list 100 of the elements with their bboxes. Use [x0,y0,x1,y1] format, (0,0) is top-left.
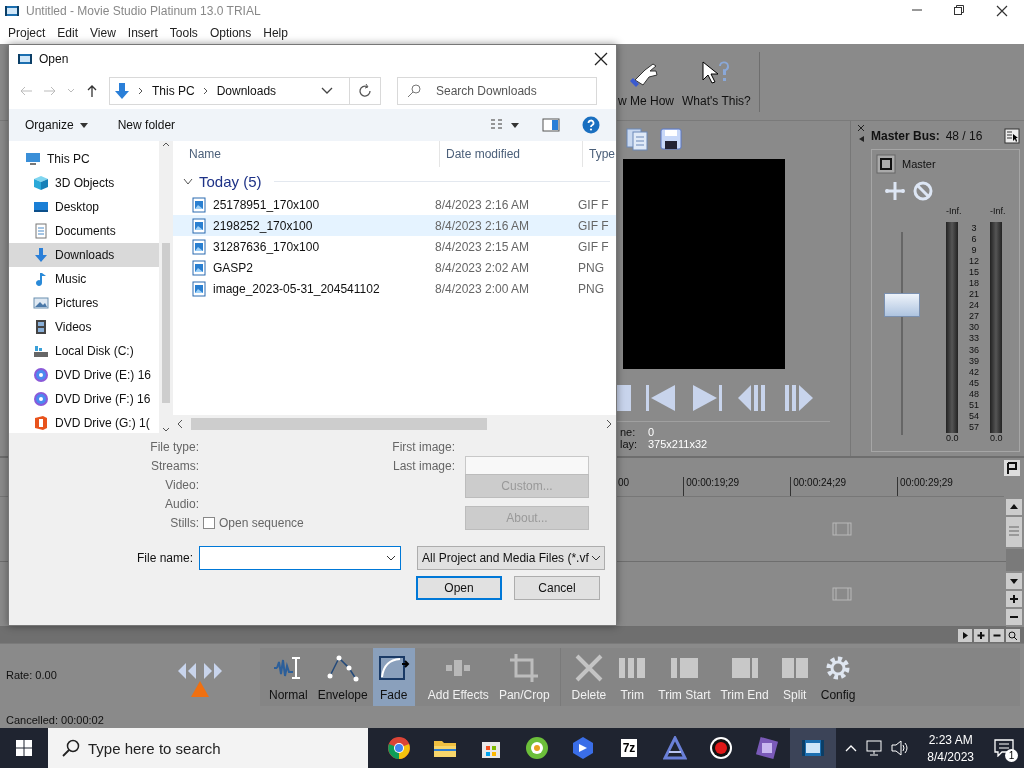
save-icon[interactable] [659,127,683,151]
tool-button[interactable]: Fade [372,648,415,706]
scale-label: 27 [969,311,979,322]
solo-box-icon[interactable] [876,154,896,174]
scale-label: 9 [971,244,977,255]
clock-date: 8/4/2023 [927,749,974,764]
zoom-out-icon[interactable] [1006,609,1022,625]
scroll-down-icon[interactable] [162,427,170,433]
scrollbar-track[interactable] [1006,549,1024,571]
collapse-chevron-icon[interactable] [183,177,193,186]
windows-start-icon[interactable] [16,740,32,756]
copy-icon[interactable] [625,127,649,151]
checkbox-label[interactable]: Open sequence [219,515,304,530]
file-row[interactable]: 31287636_170x100 8/4/2023 2:15 AM GIF F [173,236,616,257]
scroll-left-icon[interactable] [177,419,183,429]
scrollbar-thumb[interactable] [191,418,487,430]
breadcrumb[interactable]: Downloads [216,84,277,98]
file-type-dropdown[interactable]: All Project and Media Files (*.vf [417,546,606,570]
menu-item[interactable]: Insert [121,26,164,40]
file-name-field[interactable] [199,546,402,570]
dropdown-caret-icon[interactable] [386,555,397,561]
menu-item[interactable]: Help [257,26,294,40]
menu-item[interactable]: Project [2,26,52,40]
view-options-icon[interactable] [490,118,520,132]
tool-button[interactable]: Envelope [312,648,373,706]
mute-icon[interactable] [912,180,934,202]
plus-small-icon[interactable] [974,628,988,642]
file-row[interactable]: 2198252_170x100 8/4/2023 2:16 AM GIF F [173,215,616,236]
restore-icon[interactable] [954,5,964,15]
taskbar-app[interactable]: 7z [606,728,652,768]
close-icon[interactable] [594,52,608,66]
nav-item[interactable]: DVD Drive (F:) 16 [9,387,159,411]
speaker-icon[interactable] [891,740,910,756]
menu-item[interactable]: Options [203,26,258,40]
film-icon [33,319,49,335]
nav-item[interactable]: Desktop [9,195,159,219]
taskbar-search-field[interactable]: Type here to search [48,728,368,768]
properties-icon[interactable] [1004,128,1020,144]
column-header[interactable]: Type [583,141,615,167]
scroll-right-icon[interactable] [606,419,612,429]
minus-small-icon[interactable] [990,628,1004,642]
menu-item[interactable]: View [84,26,122,40]
network-icon[interactable] [865,740,884,756]
taskbar-app[interactable] [790,728,836,768]
nav-item[interactable]: This PC [9,147,159,171]
dropdown-caret-icon[interactable] [321,87,333,95]
nav-item[interactable]: DVD Drive (G:) 1( [9,411,159,433]
fader-thumb[interactable] [884,293,920,318]
play-small-icon[interactable] [958,628,972,642]
zoom-in-icon[interactable] [1006,591,1022,607]
clock[interactable]: 2:23 AM 8/4/2023 [917,732,984,764]
column-header[interactable]: Name [173,141,440,167]
marker-flag-icon[interactable] [1004,459,1020,476]
nav-item[interactable]: DVD Drive (E:) 16 [9,363,159,387]
nav-item[interactable]: Music [9,267,159,291]
up-arrow-icon[interactable] [85,84,99,98]
magnifier-icon[interactable] [1006,628,1020,642]
file-row[interactable]: image_2023-05-31_204541102 8/4/2023 2:00 AM PNG [173,278,616,299]
scroll-thumb-icon[interactable] [1006,517,1022,547]
refresh-icon[interactable] [358,84,372,98]
nav-item[interactable]: Documents [9,219,159,243]
last-image-field[interactable] [465,455,589,476]
close-icon[interactable] [996,5,1008,17]
insert-fx-icon[interactable] [884,180,906,202]
toolbar-button[interactable]: w Me How [616,44,676,120]
tool-button[interactable]: Normal [264,648,313,706]
menu-item[interactable]: Tools [163,26,204,40]
chevron-up-icon[interactable] [845,744,858,752]
dialog-button[interactable]: Open [416,576,502,600]
scroll-up-icon[interactable] [1006,499,1022,515]
nav-item[interactable]: 3D Objects [9,171,159,195]
nav-item[interactable]: Pictures [9,291,159,315]
scroll-down-icon[interactable] [1006,573,1022,589]
scale-label: 30 [969,322,979,333]
group-header[interactable]: Today (5) [199,173,262,190]
breadcrumb[interactable]: This PC [152,84,195,98]
preview-pane-icon[interactable] [542,118,560,132]
nav-item[interactable]: Local Disk (C:) [9,339,159,363]
tool-button[interactable]: Config [815,648,861,706]
organize-menu[interactable]: Organize [25,118,88,132]
address-bar[interactable]: This PC Downloads [109,77,381,105]
notification-icon[interactable] [994,739,1014,757]
search-field[interactable]: Search Downloads [397,77,597,105]
file-row[interactable]: 25178951_170x100 8/4/2023 2:16 AM GIF F [173,194,616,215]
volume-fader[interactable] [882,232,922,435]
file-row[interactable]: GASP2 8/4/2023 2:02 AM PNG [173,257,616,278]
checkbox[interactable] [203,516,215,529]
new-folder-button[interactable]: New folder [117,118,176,132]
nav-item[interactable]: Downloads [9,243,159,267]
menu-item[interactable]: Edit [51,26,85,40]
help-icon[interactable] [582,116,600,134]
dialog-button[interactable]: Cancel [514,576,600,600]
toolbar-button[interactable]: What's This? [680,44,753,120]
scrollbar-thumb[interactable] [162,243,170,403]
scroll-up-icon[interactable] [162,141,170,147]
file-name: GASP2 [213,260,254,275]
stop-icon[interactable] [617,383,631,413]
column-header[interactable]: Date modified [440,141,583,167]
triangle-marker-icon[interactable] [190,680,210,698]
nav-item[interactable]: Videos [9,315,159,339]
